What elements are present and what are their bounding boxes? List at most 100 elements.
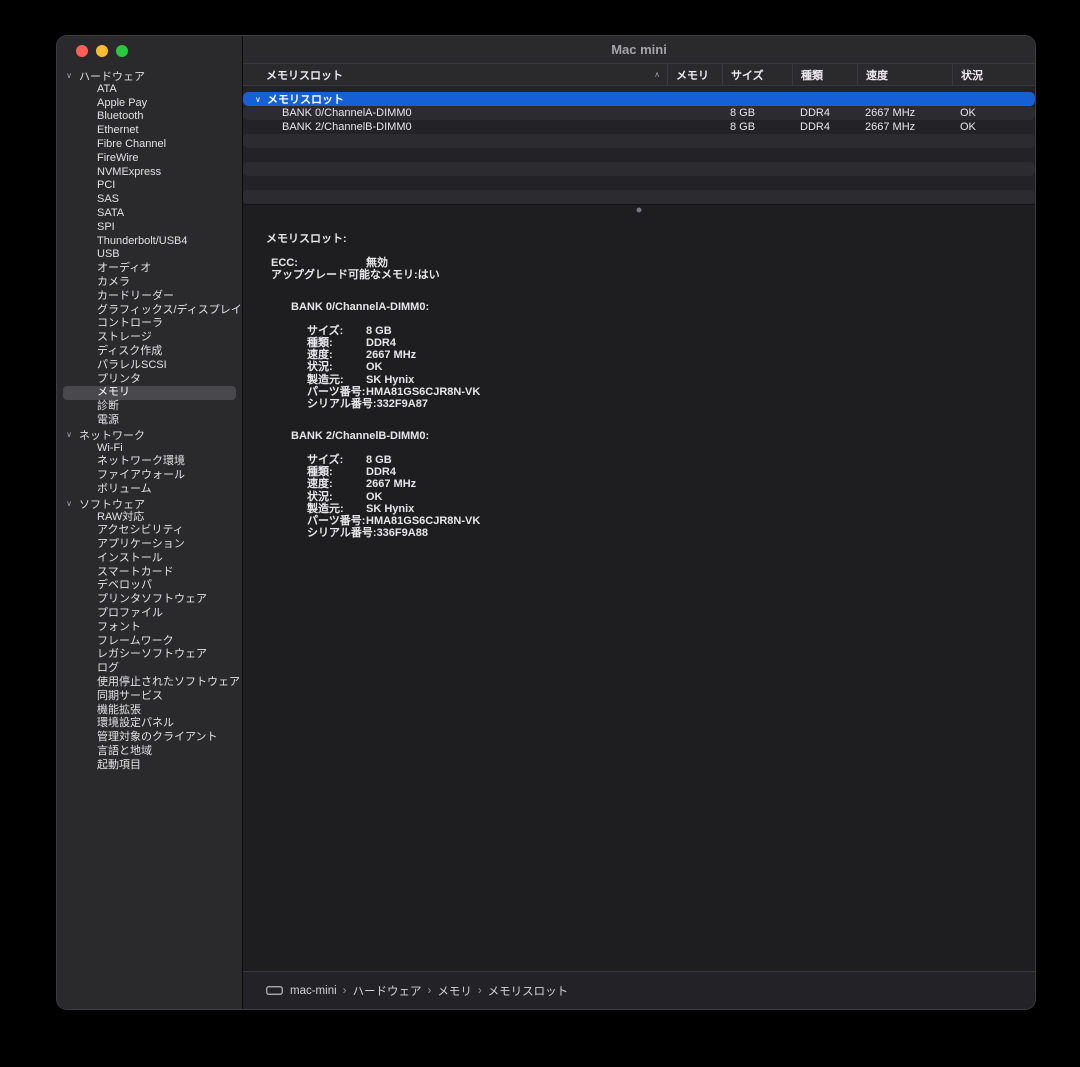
column-header-status[interactable]: 状況 — [952, 64, 1035, 85]
column-header-size[interactable]: サイズ — [722, 64, 792, 85]
column-header-memory[interactable]: メモリ — [667, 64, 722, 85]
cell-size: 8 GB — [722, 107, 792, 119]
column-header-speed[interactable]: 速度 — [857, 64, 952, 85]
sidebar-item[interactable]: 言語と地域 — [63, 745, 236, 759]
sidebar-item[interactable]: カメラ — [63, 276, 236, 290]
detail-value: 8 GB — [366, 454, 392, 466]
sidebar-item[interactable]: Ethernet — [63, 124, 236, 138]
detail-label: シリアル番号: — [307, 527, 377, 539]
detail-value: はい — [418, 269, 440, 281]
sidebar-item[interactable]: SAS — [63, 193, 236, 207]
sidebar-item[interactable]: SATA — [63, 207, 236, 221]
column-header-type[interactable]: 種類 — [792, 64, 857, 85]
sidebar-item[interactable]: アクセシビリティ — [63, 524, 236, 538]
minimize-button[interactable] — [96, 45, 108, 57]
table-row[interactable]: BANK 2/ChannelB-DIMM08 GBDDR42667 MHzOK — [243, 120, 1035, 134]
column-header-label: 種類 — [801, 67, 823, 83]
main-pane: Mac mini メモリスロット ∧ メモリ サイズ 種類 速度 状況 ∨ メモ… — [243, 36, 1035, 1009]
bank-title: BANK 0/ChannelA-DIMM0: — [291, 301, 1023, 313]
sidebar-item[interactable]: ログ — [63, 662, 236, 676]
sidebar-item[interactable]: パラレルSCSI — [63, 359, 236, 373]
pane-splitter[interactable] — [243, 204, 1035, 214]
empty-row — [243, 148, 1035, 162]
sidebar-item[interactable]: Fibre Channel — [63, 138, 236, 152]
sidebar-section[interactable]: ∨ネットワーク — [63, 428, 236, 442]
sidebar-item[interactable]: NVMExpress — [63, 166, 236, 180]
memory-table-body: ∨ メモリスロット BANK 0/ChannelA-DIMM08 GBDDR42… — [243, 86, 1035, 204]
sidebar-item[interactable]: グラフィックス/ディスプレイ — [63, 304, 236, 318]
sidebar-item[interactable]: プロファイル — [63, 607, 236, 621]
sidebar-section[interactable]: ∨ハードウェア — [63, 69, 236, 83]
sidebar-item[interactable]: メモリ — [63, 386, 236, 400]
chevron-down-icon[interactable]: ∨ — [255, 95, 264, 104]
cell-speed: 2667 MHz — [857, 121, 952, 133]
sidebar-item[interactable]: Thunderbolt/USB4 — [63, 235, 236, 249]
cell-speed: 2667 MHz — [857, 107, 952, 119]
sidebar-item[interactable]: フレームワーク — [63, 635, 236, 649]
detail-row: シリアル番号:336F9A88 — [266, 527, 1023, 539]
sidebar-item[interactable]: 起動項目 — [63, 759, 236, 773]
sidebar-item[interactable]: 診断 — [63, 400, 236, 414]
detail-value: OK — [366, 361, 383, 373]
sidebar-item[interactable]: ネットワーク環境 — [63, 455, 236, 469]
chevron-down-icon[interactable]: ∨ — [63, 430, 75, 439]
empty-row — [243, 162, 1035, 176]
zoom-button[interactable] — [116, 45, 128, 57]
sidebar-item[interactable]: プリンタソフトウェア — [63, 593, 236, 607]
sidebar-item[interactable]: Bluetooth — [63, 110, 236, 124]
sidebar-item[interactable]: ATA — [63, 83, 236, 97]
sidebar-item[interactable]: フォント — [63, 621, 236, 635]
cell-name: BANK 2/ChannelB-DIMM0 — [243, 121, 667, 133]
detail-row: パーツ番号:HMA81GS6CJR8N-VK — [266, 515, 1023, 527]
sort-ascending-icon[interactable]: ∧ — [654, 70, 667, 79]
sidebar-item[interactable]: RAW対応 — [63, 511, 236, 525]
detail-value: 無効 — [366, 257, 388, 269]
sidebar-item[interactable]: 環境設定パネル — [63, 717, 236, 731]
detail-label: 速度: — [307, 478, 366, 490]
titlebar[interactable]: Mac mini — [243, 36, 1035, 63]
sidebar-item[interactable]: ディスク作成 — [63, 345, 236, 359]
sidebar-item[interactable]: 管理対象のクライアント — [63, 731, 236, 745]
sidebar-item[interactable]: ファイアウォール — [63, 469, 236, 483]
cell-type: DDR4 — [792, 121, 857, 133]
breadcrumb-segment: メモリスロット — [488, 983, 569, 999]
detail-label: 状況: — [307, 491, 366, 503]
detail-label: パーツ番号: — [307, 515, 366, 527]
cell-status: OK — [952, 121, 1035, 133]
sidebar-item[interactable]: USB — [63, 248, 236, 262]
detail-value: HMA81GS6CJR8N-VK — [366, 386, 480, 398]
chevron-down-icon[interactable]: ∨ — [63, 499, 75, 508]
sidebar-item[interactable]: 同期サービス — [63, 690, 236, 704]
table-row[interactable]: BANK 0/ChannelA-DIMM08 GBDDR42667 MHzOK — [243, 106, 1035, 120]
detail-value: OK — [366, 491, 383, 503]
sidebar-item[interactable]: 使用停止されたソフトウェア — [63, 676, 236, 690]
sidebar-item[interactable]: スマートカード — [63, 566, 236, 580]
sidebar-item[interactable]: コントローラ — [63, 317, 236, 331]
empty-row — [243, 190, 1035, 204]
sidebar-item[interactable]: アプリケーション — [63, 538, 236, 552]
detail-value: DDR4 — [366, 466, 396, 478]
sidebar-item[interactable]: デベロッパ — [63, 579, 236, 593]
close-button[interactable] — [76, 45, 88, 57]
detail-banks: BANK 0/ChannelA-DIMM0: サイズ:8 GB 種類:DDR4速度:… — [266, 301, 1023, 540]
sidebar-section[interactable]: ∨ソフトウェア — [63, 497, 236, 511]
sidebar-item[interactable]: プリンタ — [63, 373, 236, 387]
sidebar-item[interactable]: 機能拡張 — [63, 704, 236, 718]
sidebar-item[interactable]: レガシーソフトウェア — [63, 648, 236, 662]
mac-mini-icon — [266, 985, 283, 996]
chevron-down-icon[interactable]: ∨ — [63, 71, 75, 80]
detail-row: 種類:DDR4 — [266, 466, 1023, 478]
sidebar-item[interactable]: オーディオ — [63, 262, 236, 276]
sidebar-item[interactable]: FireWire — [63, 152, 236, 166]
sidebar-item[interactable]: SPI — [63, 221, 236, 235]
group-row-memory-slots[interactable]: ∨ メモリスロット — [243, 92, 1035, 106]
sidebar-item[interactable]: インストール — [63, 552, 236, 566]
sidebar-item[interactable]: PCI — [63, 179, 236, 193]
sidebar-item[interactable]: Apple Pay — [63, 97, 236, 111]
sidebar-item[interactable]: ストレージ — [63, 331, 236, 345]
column-header-slot[interactable]: メモリスロット ∧ — [243, 64, 667, 85]
cell-status: OK — [952, 107, 1035, 119]
sidebar-item[interactable]: カードリーダー — [63, 290, 236, 304]
detail-row: サイズ:8 GB — [266, 325, 1023, 337]
sidebar-item[interactable]: Wi-Fi — [63, 442, 236, 456]
